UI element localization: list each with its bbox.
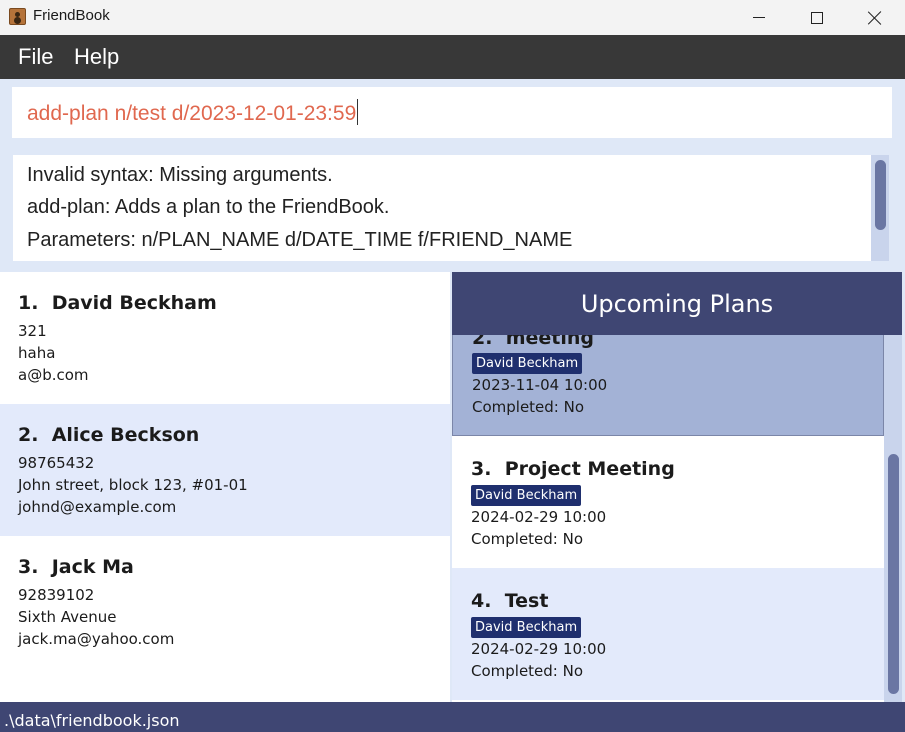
command-input[interactable]: add-plan n/test d/2023-12-01-23:59: [27, 99, 359, 126]
maximize-button[interactable]: [788, 0, 846, 35]
plan-datetime: 2024-02-29 10:00: [471, 640, 607, 658]
close-button[interactable]: [846, 0, 904, 35]
app-window: FriendBook File Help add-plan n/test d/2…: [0, 0, 905, 732]
person-address: Sixth Avenue: [18, 608, 117, 626]
friend-tag: David Beckham: [471, 485, 582, 506]
person-email: johnd@example.com: [18, 498, 177, 516]
person-phone: 321: [18, 322, 47, 340]
status-bar: .\data\friendbook.json: [0, 702, 905, 732]
command-text: add-plan n/test d/2023-12-01-23:59: [27, 102, 357, 125]
result-scrollbar-thumb[interactable]: [875, 160, 886, 230]
plan-name: 3. Project Meeting: [471, 458, 675, 480]
menu-file[interactable]: File: [18, 44, 53, 70]
friend-tag: David Beckham: [472, 353, 583, 374]
menu-help[interactable]: Help: [74, 44, 119, 70]
plan-completed: Completed: No: [471, 530, 584, 548]
command-box[interactable]: add-plan n/test d/2023-12-01-23:59: [12, 87, 892, 138]
person-address: haha: [18, 344, 56, 362]
plan-datetime: 2024-02-29 10:00: [471, 508, 607, 526]
close-icon: [868, 11, 882, 25]
plans-header: Upcoming Plans: [452, 272, 902, 335]
person-address: John street, block 123, #01-01: [18, 476, 248, 494]
contact-book-icon: [9, 8, 26, 25]
person-card[interactable]: 2. Alice Beckson 98765432 John street, b…: [0, 404, 450, 536]
person-name: 1. David Beckham: [18, 292, 217, 314]
person-email: jack.ma@yahoo.com: [18, 630, 175, 648]
window-title: FriendBook: [33, 7, 110, 24]
person-card[interactable]: 3. Jack Ma 92839102 Sixth Avenue jack.ma…: [0, 536, 450, 668]
plans-scrollbar-thumb[interactable]: [888, 454, 899, 694]
plan-name: 4. Test: [471, 590, 549, 612]
plan-completed: Completed: No: [471, 662, 584, 680]
minimize-button[interactable]: [730, 0, 788, 35]
plans-panel: Upcoming Plans 2. meeting David Beckham …: [452, 272, 902, 702]
result-line: add-plan: Adds a plan to the FriendBook.: [27, 196, 390, 218]
title-bar: FriendBook: [0, 0, 905, 35]
person-phone: 92839102: [18, 586, 95, 604]
person-phone: 98765432: [18, 454, 95, 472]
result-display: Invalid syntax: Missing arguments. add-p…: [13, 155, 871, 261]
plan-card[interactable]: 3. Project Meeting David Beckham 2024-02…: [452, 436, 884, 568]
maximize-icon: [811, 11, 823, 24]
result-line: Parameters: n/PLAN_NAME d/DATE_TIME f/FR…: [27, 229, 573, 251]
plan-card[interactable]: 4. Test David Beckham 2024-02-29 10:00 C…: [452, 568, 884, 700]
friend-tag: David Beckham: [471, 617, 582, 638]
person-name: 3. Jack Ma: [18, 556, 134, 578]
person-card[interactable]: 1. David Beckham 321 haha a@b.com: [0, 272, 450, 404]
result-line: Invalid syntax: Missing arguments.: [27, 164, 333, 186]
text-caret: [357, 99, 359, 125]
data-file-path: .\data\friendbook.json: [4, 711, 180, 730]
minimize-icon: [753, 17, 765, 18]
person-list: 1. David Beckham 321 haha a@b.com 2. Ali…: [0, 272, 450, 702]
person-email: a@b.com: [18, 366, 89, 384]
plan-datetime: 2023-11-04 10:00: [472, 376, 608, 394]
person-name: 2. Alice Beckson: [18, 424, 200, 446]
menu-bar: File Help: [0, 35, 905, 79]
plan-completed: Completed: No: [472, 398, 585, 416]
